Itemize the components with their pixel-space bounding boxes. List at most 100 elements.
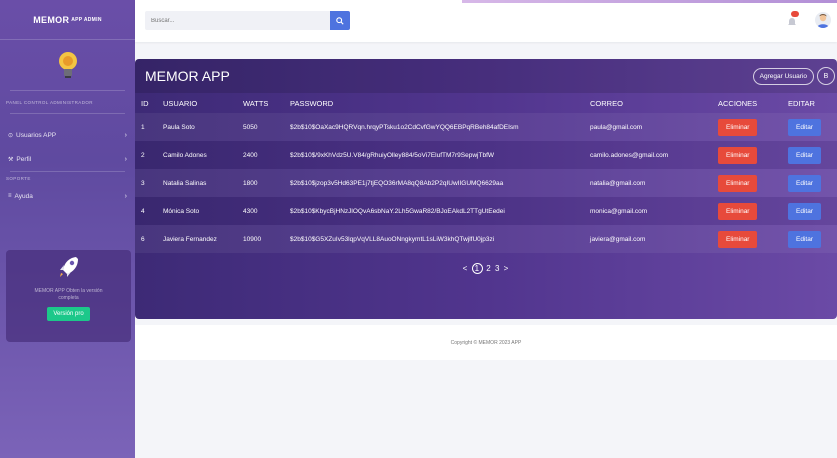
cell-user: Natalia Salinas (157, 169, 237, 197)
cell-watts: 2400 (237, 141, 284, 169)
cell-password: $2b$10$jzop3v5Hd63PE1j7tjEQO36rMA8qQ8Ab2… (284, 169, 584, 197)
pagination-page-current[interactable]: 1 (471, 263, 484, 274)
cell-edit: Editar (782, 197, 837, 225)
panel-heading: PANEL CONTROL ADMINISTRADOR (6, 99, 93, 105)
cell-watts: 10900 (237, 225, 284, 253)
pagination-prev[interactable]: < (463, 264, 469, 273)
cell-actions: Eliminar (712, 141, 782, 169)
cell-user: Javiera Fernandez (157, 225, 237, 253)
users-table: ID USUARIO WATTS PASSWORD CORREO ACCIONE… (135, 93, 837, 253)
delete-button[interactable]: Eliminar (718, 202, 758, 220)
cell-user: Camilo Adones (157, 141, 237, 169)
cell-actions: Eliminar (712, 225, 782, 253)
sidebar-item-perfil[interactable]: ⚒ Perfil › (0, 147, 135, 171)
cell-actions: Eliminar (712, 197, 782, 225)
cell-password: $2b$10$OaXac9HQRVqn.hrqyPTsku1o2CdCvfGwY… (284, 113, 584, 141)
circle-icon: ⊙ (8, 132, 14, 139)
pagination-page[interactable]: 3 (495, 264, 500, 273)
cell-id: 2 (135, 141, 157, 169)
cell-watts: 5050 (237, 113, 284, 141)
notification-button[interactable] (787, 11, 799, 25)
logo (0, 40, 135, 90)
cell-email: camilo.adones@gmail.com (584, 141, 712, 169)
cell-password: $2b$10$KbycBjHNzJlOQvA6sbNaY.2Lh5GwaR82/… (284, 197, 584, 225)
cell-user: Paula Soto (157, 113, 237, 141)
column-header-usuario: USUARIO (163, 98, 198, 108)
promo-text: MEMOR APP Obten la versión completa (34, 288, 103, 301)
search-input[interactable] (145, 11, 330, 30)
delete-button[interactable]: Eliminar (718, 118, 758, 136)
cell-edit: Editar (782, 141, 837, 169)
pagination: < 1 2 3 > (135, 263, 837, 274)
table-header-row: ID USUARIO WATTS PASSWORD CORREO ACCIONE… (135, 93, 837, 113)
edit-button[interactable]: Editar (788, 202, 821, 220)
top-stripe (462, 0, 837, 3)
cell-edit: Editar (782, 225, 837, 253)
edit-button[interactable]: Editar (788, 230, 821, 248)
users-card: MEMOR APP Agregar Usuario B ID USUARIO W… (135, 59, 837, 319)
bell-icon (788, 18, 796, 25)
copyright-text: Copyright © MEMOR 2023 APP (450, 339, 522, 346)
bars-icon: ≡ (8, 193, 12, 199)
support-heading: SOPORTE (6, 175, 31, 181)
cell-email: natalia@gmail.com (584, 169, 712, 197)
cell-email: paula@gmail.com (584, 113, 712, 141)
sidebar: MEMOR APP ADMIN PANEL CONTROL ADMINISTRA… (0, 0, 135, 458)
cell-watts: 4300 (237, 197, 284, 225)
round-action-button[interactable]: B (817, 67, 835, 85)
search-bar (145, 11, 350, 30)
table-row: 4 Mónica Soto 4300 $2b$10$KbycBjHNzJlOQv… (135, 197, 837, 225)
card-header: MEMOR APP Agregar Usuario B (135, 59, 837, 93)
cell-id: 6 (135, 225, 157, 253)
wrench-icon: ⚒ (8, 156, 14, 163)
cell-password: $2b$10$/9xKhVdz5U.V84/gRhuiyOlley884/5oV… (284, 141, 584, 169)
cell-actions: Eliminar (712, 169, 782, 197)
column-header-editar: EDITAR (788, 98, 815, 108)
delete-button[interactable]: Eliminar (718, 146, 758, 164)
cell-edit: Editar (782, 113, 837, 141)
user-avatar-icon (817, 14, 829, 28)
cell-email: monica@gmail.com (584, 197, 712, 225)
cell-password: $2b$10$G5XZuIv53lqpVqVLL8AuoONngkymtL1sL… (284, 225, 584, 253)
delete-button[interactable]: Eliminar (718, 174, 758, 192)
edit-button[interactable]: Editar (788, 146, 821, 164)
chevron-right-icon: › (124, 192, 127, 200)
cell-id: 4 (135, 197, 157, 225)
sidebar-item-usuarios[interactable]: ⊙ Usuarios APP › (0, 123, 135, 147)
sidebar-item-label: Ayuda (14, 192, 33, 200)
footer: Copyright © MEMOR 2023 APP (135, 325, 837, 360)
version-pro-button[interactable]: Versión pro (47, 307, 90, 321)
column-header-password: PASSWORD (290, 98, 334, 108)
cell-actions: Eliminar (712, 113, 782, 141)
column-header-id: ID (141, 98, 149, 108)
promo-card: MEMOR APP Obten la versión completa Vers… (6, 250, 131, 342)
topbar (135, 0, 837, 42)
avatar[interactable] (815, 12, 831, 28)
pagination-next[interactable]: > (504, 264, 510, 273)
sidebar-item-ayuda[interactable]: ≡ Ayuda › (0, 184, 135, 208)
pagination-page[interactable]: 2 (486, 264, 491, 273)
column-header-watts: WATTS (243, 98, 269, 108)
rocket-icon (59, 257, 78, 277)
search-button[interactable] (330, 11, 350, 30)
chevron-right-icon: › (124, 131, 127, 139)
search-icon (336, 16, 344, 25)
brand-name: MEMOR (33, 14, 70, 25)
lightbulb-icon (58, 52, 77, 78)
add-user-button[interactable]: Agregar Usuario (752, 67, 814, 85)
column-header-acciones: ACCIONES (718, 98, 758, 108)
cell-id: 3 (135, 169, 157, 197)
edit-button[interactable]: Editar (788, 174, 821, 192)
sidebar-item-label: Usuarios APP (16, 131, 57, 139)
table-row: 6 Javiera Fernandez 10900 $2b$10$G5XZuIv… (135, 225, 837, 253)
card-actions: Agregar Usuario B (752, 67, 837, 85)
sidebar-item-label: Perfil (16, 155, 32, 163)
edit-button[interactable]: Editar (788, 118, 821, 136)
cell-user: Mónica Soto (157, 197, 237, 225)
delete-button[interactable]: Eliminar (718, 230, 758, 248)
brand-suffix: APP ADMIN (71, 16, 102, 23)
cell-id: 1 (135, 113, 157, 141)
brand[interactable]: MEMOR APP ADMIN (0, 0, 135, 40)
cell-edit: Editar (782, 169, 837, 197)
column-header-correo: CORREO (590, 98, 623, 108)
